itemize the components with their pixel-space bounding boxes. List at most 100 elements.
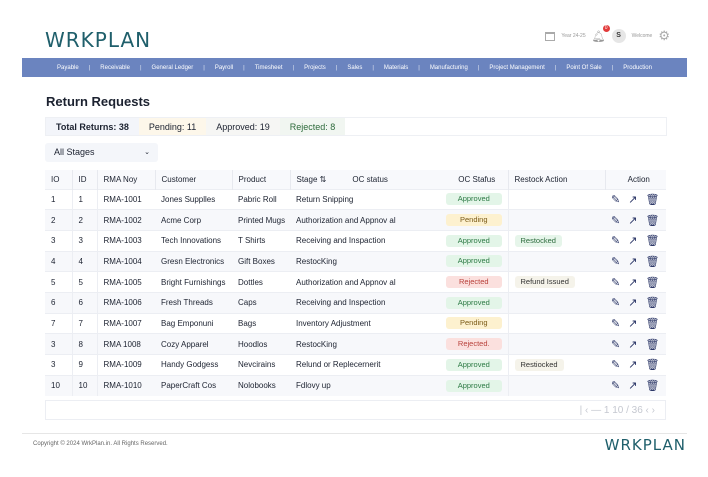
customer: Tech Innovations (155, 229, 232, 252)
trash-icon[interactable]: 🗑︎ (645, 193, 659, 206)
nav-separator: | (477, 64, 480, 71)
action-cell: ✎ ↗ 🗑︎ (605, 188, 666, 210)
stage-header[interactable]: Stage ⇅ (297, 175, 327, 184)
stage: Authorization and Appnov al (290, 271, 440, 293)
row-id: 3 (72, 229, 98, 252)
open-icon[interactable]: ↗ (628, 276, 637, 289)
nav-item[interactable]: Sales (347, 65, 362, 71)
open-icon[interactable]: ↗ (628, 255, 637, 268)
nav-item[interactable]: General Ledger (152, 65, 194, 71)
col-restock-action[interactable]: Restock Action (508, 170, 606, 189)
table-row[interactable]: 6 6 RMA-1006 Fresh Threads Caps Receiving and… (45, 291, 666, 314)
table-row[interactable]: 3 9 RMA-1009 Handy Godgess Nevcirains Relund … (45, 354, 666, 376)
nav-item[interactable]: Project Management (489, 65, 544, 71)
nav-separator: | (554, 64, 557, 71)
logo[interactable]: WRKPLAN (45, 28, 151, 52)
open-icon[interactable]: ↗ (628, 338, 637, 351)
nav-item[interactable]: Materials (384, 65, 408, 71)
trash-icon[interactable]: 🗑︎ (645, 296, 659, 309)
pending-count: Pending: 11 (138, 118, 207, 135)
table-row[interactable]: 5 5 RMA-1005 Bright Furnishings Dottles Autho… (45, 271, 666, 293)
row-id: 4 (72, 250, 98, 272)
status-badge: Approved (445, 234, 502, 247)
nav-separator: | (203, 64, 205, 71)
product: Bags (232, 312, 290, 334)
table-row[interactable]: 10 10 RMA-1010 PaperCraft Cos Nolobooks Fdlov… (45, 374, 666, 396)
trash-icon[interactable]: 🗑︎ (645, 338, 659, 351)
open-icon[interactable]: ↗ (628, 317, 637, 330)
open-icon[interactable]: ↗ (628, 358, 637, 371)
col-stage[interactable]: Stage ⇅ OC status (290, 170, 440, 189)
customer: Bright Furnishings (155, 271, 232, 293)
oc-status-header[interactable]: OC status (352, 175, 388, 184)
table-row[interactable]: 1 1 RMA-1001 Jones Supplles Pabric Roll Retur… (45, 188, 666, 210)
header-tools: Year 24-25 🔔︎ 0 S Welcome ⚙ (545, 24, 670, 44)
trash-icon[interactable]: 🗑︎ (645, 379, 659, 392)
row-id: 2 (72, 209, 98, 231)
nav-item[interactable]: Manufacturing (430, 65, 468, 71)
rma-number: RMA-1010 (97, 374, 155, 396)
trash-icon[interactable]: 🗑︎ (645, 234, 659, 247)
nav-item[interactable]: Projects (304, 65, 326, 71)
customer: Fresh Threads (155, 291, 232, 314)
row-io: 4 (45, 250, 73, 272)
rma-number: RMA-1003 (97, 229, 155, 252)
col-customer[interactable]: Customer (155, 170, 233, 189)
col-id[interactable]: ID (72, 170, 98, 189)
row-io: 3 (45, 229, 73, 252)
trash-icon[interactable]: 🗑︎ (645, 276, 659, 289)
trash-icon[interactable]: 🗑︎ (645, 358, 659, 371)
row-io: 6 (45, 291, 73, 314)
avatar[interactable]: S (611, 29, 626, 43)
trash-icon[interactable]: 🗑︎ (645, 214, 659, 227)
row-io: 3 (45, 354, 73, 376)
rma-number: RMA-1006 (97, 291, 155, 314)
fiscal-year[interactable]: Year 24-25 (561, 33, 585, 39)
col-oc-stafus[interactable]: OC Stafus (440, 170, 509, 189)
edit-icon[interactable]: ✎ (611, 214, 620, 227)
bell-icon[interactable]: 🔔︎ 0 (592, 24, 610, 43)
table-row[interactable]: 7 7 RMA-1007 Bag Emponuni Bags Inventory Adju… (45, 312, 666, 334)
stage-filter-select[interactable]: All Stages ⌄ (45, 143, 158, 162)
col-product[interactable]: Product (232, 170, 291, 189)
footer-logo: WRKPLAN (604, 436, 686, 454)
open-icon[interactable]: ↗ (628, 296, 637, 309)
edit-icon[interactable]: ✎ (611, 276, 620, 289)
open-icon[interactable]: ↗ (628, 193, 637, 206)
nav-item[interactable]: Payable (57, 65, 79, 71)
restock-cell (508, 291, 605, 314)
chevron-down-icon: ⌄ (144, 149, 150, 156)
oc-status-cell: Approved (440, 250, 509, 272)
open-icon[interactable]: ↗ (628, 234, 637, 247)
status-badge: Approved (445, 193, 502, 206)
trash-icon[interactable]: 🗑︎ (645, 255, 659, 268)
edit-icon[interactable]: ✎ (611, 255, 620, 268)
action-cell: ✎ ↗ 🗑︎ (605, 333, 666, 355)
edit-icon[interactable]: ✎ (611, 338, 620, 351)
trash-icon[interactable]: 🗑︎ (645, 317, 659, 330)
table-row[interactable]: 3 8 RMA 1008 Cozy Apparel Hoodlos RestocKing R… (45, 333, 666, 355)
nav-item[interactable]: Production (623, 65, 652, 71)
nav-item[interactable]: Payroll (215, 65, 233, 71)
action-cell: ✎ ↗ 🗑︎ (605, 374, 666, 396)
col-io[interactable]: IO (45, 170, 73, 189)
edit-icon[interactable]: ✎ (611, 358, 620, 371)
edit-icon[interactable]: ✎ (611, 234, 620, 247)
col-rma[interactable]: RMA Noy (97, 170, 156, 189)
nav-item[interactable]: Point Of Sale (566, 65, 601, 71)
stage-filter-value: All Stages (54, 147, 95, 157)
table-row[interactable]: 4 4 RMA-1004 Gresn Electronics Gift Boxes Res… (45, 250, 666, 272)
edit-icon[interactable]: ✎ (611, 317, 620, 330)
edit-icon[interactable]: ✎ (611, 379, 620, 392)
edit-icon[interactable]: ✎ (611, 193, 620, 206)
nav-item[interactable]: Receivable (100, 65, 130, 71)
nav-separator: | (139, 64, 142, 71)
gear-icon[interactable]: ⚙ (658, 28, 670, 44)
nav-item[interactable]: Timesheet (255, 65, 283, 71)
open-icon[interactable]: ↗ (628, 214, 637, 227)
edit-icon[interactable]: ✎ (611, 296, 620, 309)
pagination[interactable]: | ‹ — 1 10 / 36 ‹ › (45, 400, 666, 420)
open-icon[interactable]: ↗ (628, 379, 637, 392)
table-row[interactable]: 2 2 RMA-1002 Acme Corp Printed Mugs Authoriza… (45, 209, 666, 231)
table-row[interactable]: 3 3 RMA-1003 Tech Innovations T Shirts Receiv… (45, 229, 666, 252)
